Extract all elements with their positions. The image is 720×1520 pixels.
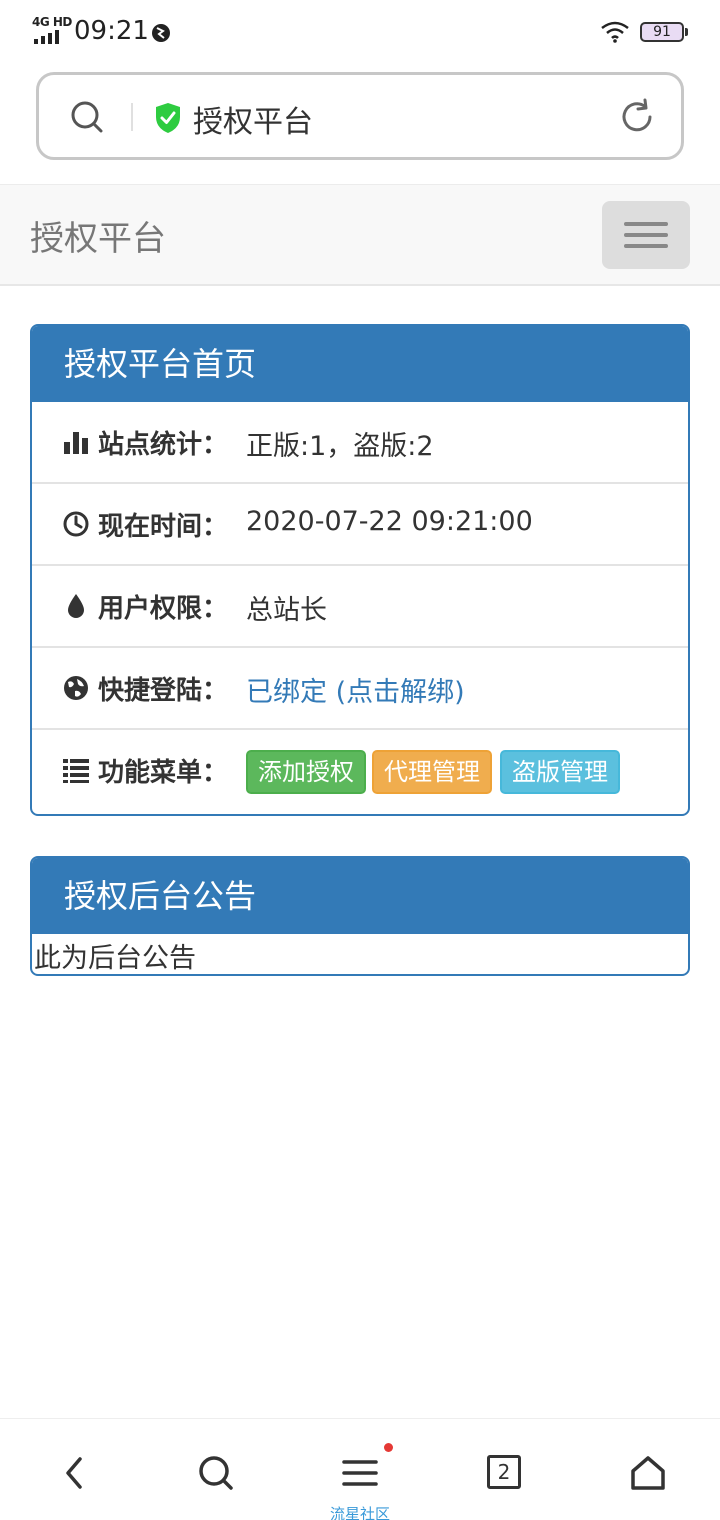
menu-bar-icon — [624, 222, 668, 226]
notification-dot — [384, 1443, 393, 1452]
site-stats-value: 正版:1，盗版:2 — [246, 431, 434, 462]
home-panel-heading: 授权平台首页 — [32, 326, 688, 402]
search-icon[interactable] — [196, 1453, 236, 1493]
home-panel: 授权平台首页 站点统计： 正版:1，盗版:2 现在时间： 2020-07-22 … — [30, 324, 690, 816]
notice-body: 此为后台公告 — [34, 943, 196, 974]
list-item-function-menu: 功能菜单： 添加授权 代理管理 盗版管理 — [32, 730, 688, 814]
list-icon — [63, 759, 89, 783]
navbar-brand[interactable]: 授权平台 — [30, 211, 166, 260]
list-item-quick-login: 快捷登陆： 已绑定 (点击解绑) — [32, 648, 688, 730]
wifi-icon — [601, 21, 629, 43]
current-time-label: 现在时间： — [98, 512, 229, 542]
add-auth-button[interactable]: 添加授权 — [246, 750, 366, 794]
list-item-current-time: 现在时间： 2020-07-22 09:21:00 — [32, 484, 688, 566]
back-icon[interactable] — [56, 1453, 96, 1493]
shield-check-icon — [156, 103, 180, 133]
menu-bar-icon — [624, 233, 668, 237]
clock-icon — [63, 511, 89, 537]
list-item-user-permission: 用户权限： 总站长 — [32, 566, 688, 648]
unbind-link[interactable]: 已绑定 (点击解绑) — [246, 670, 465, 709]
notice-panel-heading: 授权后台公告 — [32, 858, 688, 934]
bar-chart-icon — [64, 432, 88, 454]
address-divider — [131, 103, 133, 131]
status-time: 09:21 — [74, 16, 149, 46]
piracy-manage-button[interactable]: 盗版管理 — [500, 750, 620, 794]
list-item-site-stats: 站点统计： 正版:1，盗版:2 — [32, 402, 688, 484]
app-notification-icon — [152, 24, 170, 42]
reload-icon[interactable] — [617, 97, 657, 137]
tabs-button[interactable]: 2 — [487, 1455, 521, 1489]
agent-manage-button[interactable]: 代理管理 — [372, 750, 492, 794]
user-permission-value: 总站长 — [246, 595, 327, 626]
search-icon[interactable] — [67, 97, 107, 137]
network-indicator: 4G HD — [32, 15, 72, 29]
quick-login-label: 快捷登陆： — [98, 676, 229, 706]
notice-panel: 授权后台公告 此为后台公告 — [30, 856, 690, 976]
menu-label[interactable]: 流星社区 — [300, 1503, 420, 1520]
browser-address-bar[interactable]: 授权平台 — [36, 72, 684, 160]
navbar-toggle-button[interactable] — [602, 201, 690, 269]
drop-icon — [68, 594, 84, 618]
globe-icon — [64, 676, 88, 700]
menu-icon[interactable] — [340, 1453, 380, 1493]
battery-level: 91 — [653, 24, 671, 40]
home-icon[interactable] — [628, 1453, 668, 1493]
site-navbar: 授权平台 — [0, 184, 720, 286]
address-title[interactable]: 授权平台 — [193, 97, 313, 141]
signal-icon — [34, 30, 59, 44]
current-time-value: 2020-07-22 09:21:00 — [246, 506, 533, 537]
function-menu-label: 功能菜单： — [98, 758, 229, 788]
site-stats-label: 站点统计： — [98, 430, 229, 460]
menu-bar-icon — [624, 244, 668, 248]
status-bar: 4G HD 09:21 91 — [0, 0, 720, 66]
user-permission-label: 用户权限： — [98, 594, 229, 624]
browser-bottom-bar: 流星社区 2 — [0, 1418, 720, 1520]
battery-icon: 91 — [640, 22, 688, 42]
